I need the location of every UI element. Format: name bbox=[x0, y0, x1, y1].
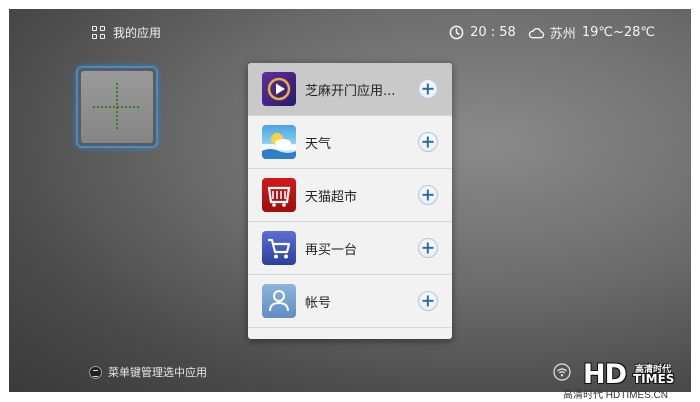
menu-key-icon bbox=[89, 365, 102, 379]
watermark-times: TIMES bbox=[633, 372, 675, 386]
add-app-list-panel: 芝麻开门应用... 天气 天猫超市 再买一台 帐号 bbox=[248, 63, 452, 339]
add-app-tile[interactable] bbox=[76, 66, 158, 148]
app-list-item-label: 帐号 bbox=[305, 295, 332, 311]
watermark-caption: 高清时代 HDTIMES.CN bbox=[563, 390, 668, 401]
menu-hint: 菜单键管理选中应用 bbox=[89, 364, 207, 380]
app-section-header: 我的应用 bbox=[92, 24, 161, 41]
app-list-item-tmall[interactable]: 天猫超市 bbox=[248, 169, 452, 222]
status-bar: 20 : 58 苏州 19℃~28℃ bbox=[449, 23, 655, 42]
temperature-range: 19℃~28℃ bbox=[581, 25, 655, 40]
plus-icon bbox=[93, 83, 141, 131]
tv-screen: 我的应用 20 : 58 苏州 19℃~28℃ 芝麻开门应用... 天气 天猫超… bbox=[9, 9, 691, 392]
app-list-item-account[interactable]: 帐号 bbox=[248, 275, 452, 328]
app-list-item-weather[interactable]: 天气 bbox=[248, 116, 452, 169]
plus-icon[interactable] bbox=[418, 291, 438, 311]
play-app-icon bbox=[262, 72, 296, 106]
plus-icon[interactable] bbox=[418, 185, 438, 205]
app-list-item-label: 再买一台 bbox=[305, 242, 358, 258]
city-name: 苏州 bbox=[549, 27, 576, 42]
watermark-hd: HD bbox=[583, 359, 627, 390]
app-list-item-label: 天气 bbox=[305, 136, 332, 152]
clock-icon bbox=[449, 25, 464, 40]
cloud-icon bbox=[528, 27, 545, 38]
account-icon bbox=[262, 284, 296, 318]
app-list-item-label: 天猫超市 bbox=[305, 189, 358, 205]
app-list-item-label: 芝麻开门应用... bbox=[305, 83, 396, 99]
menu-hint-text: 菜单键管理选中应用 bbox=[108, 366, 207, 379]
plus-icon[interactable] bbox=[418, 238, 438, 258]
app-list-item-zhima[interactable]: 芝麻开门应用... bbox=[248, 63, 452, 116]
tmall-supermarket-icon bbox=[262, 178, 296, 212]
time-display: 20 : 58 bbox=[470, 25, 516, 40]
add-app-tile-face bbox=[81, 71, 153, 143]
app-section-title: 我的应用 bbox=[113, 26, 162, 40]
apps-grid-icon bbox=[92, 26, 105, 39]
weather-app-icon bbox=[262, 125, 296, 159]
shopping-cart-icon bbox=[262, 231, 296, 265]
app-list-item-buy-another[interactable]: 再买一台 bbox=[248, 222, 452, 275]
wifi-icon bbox=[553, 363, 571, 381]
plus-icon[interactable] bbox=[418, 132, 438, 152]
plus-icon[interactable] bbox=[418, 79, 438, 99]
